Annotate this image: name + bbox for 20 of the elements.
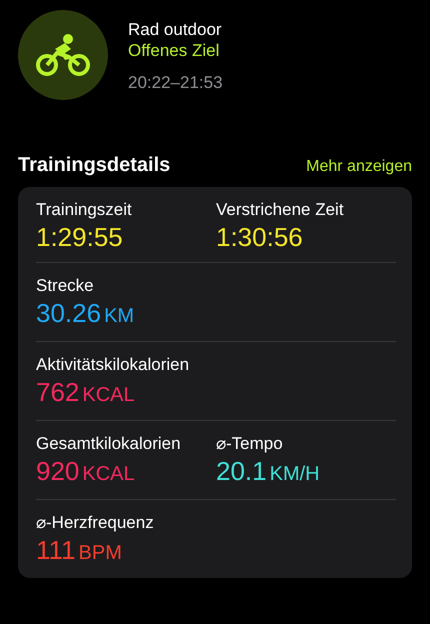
metric-value: 920 KCAL [36,455,136,488]
metric-value: 1:30:56 [216,221,304,253]
workout-title: Rad outdoor [128,19,223,40]
metric-value: 20.1 KM/H [216,455,321,488]
metric-label: Strecke [36,275,95,297]
metric-value: 111 BPM [36,534,123,567]
metric-label: Verstrichene Zeit [216,199,345,221]
metric-value: 30.26 KM [36,297,136,330]
metric-label: ⌀-Herzfrequenz [36,512,155,534]
metric-label: Trainingszeit [36,199,133,221]
section-title: Trainingsdetails [18,154,170,177]
show-more-link[interactable]: Mehr anzeigen [306,158,412,176]
metric-label: Aktivitätskilokalorien [36,354,190,376]
metric-label: ⌀-Tempo [216,433,284,455]
cyclist-icon [35,33,91,77]
workout-goal: Offenes Ziel [128,40,220,61]
workout-time: 20:22–21:53 [128,72,223,93]
metric-value: 1:29:55 [36,221,124,253]
metric-label: Gesamtkilokalorien [36,433,182,455]
metric-value: 762 KCAL [36,376,136,409]
